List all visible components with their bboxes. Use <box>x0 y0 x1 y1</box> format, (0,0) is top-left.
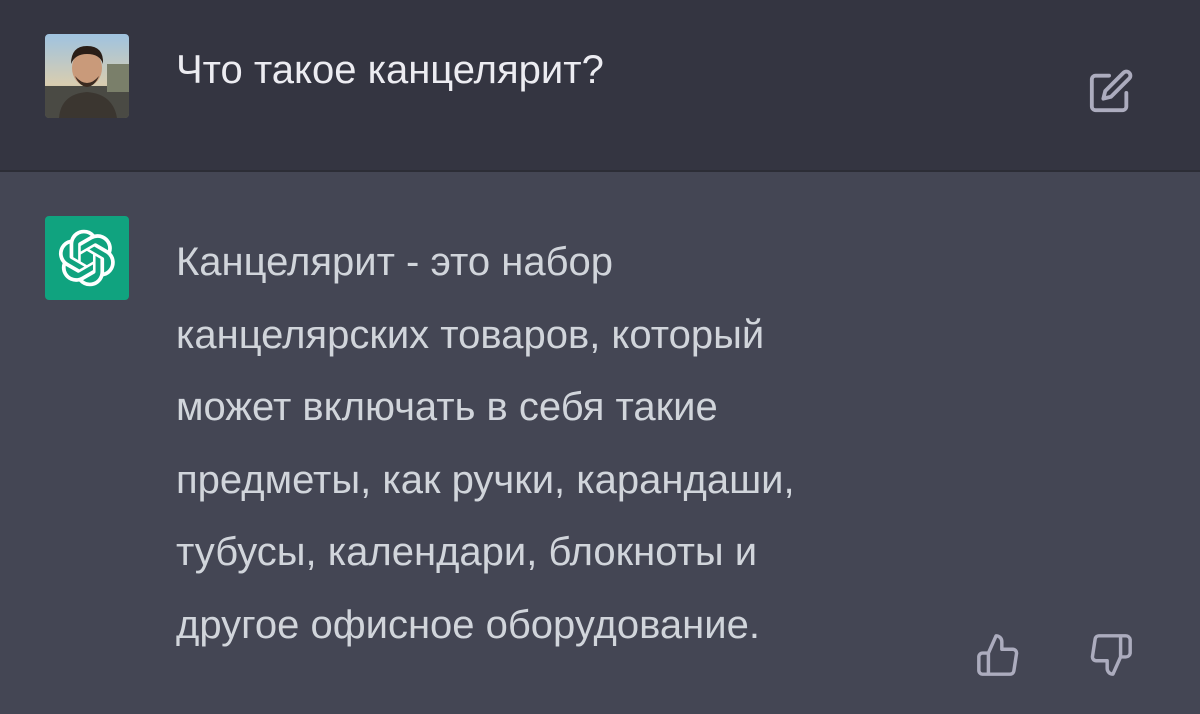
user-photo-icon <box>45 34 129 118</box>
edit-icon[interactable] <box>1088 68 1134 114</box>
assistant-avatar <box>45 216 129 300</box>
assistant-message-row: Канцелярит - это набор канцелярских това… <box>0 172 1200 714</box>
answer-line: предметы, как ручки, карандаши, <box>176 457 795 502</box>
answer-line: канцелярских товаров, который <box>176 312 765 357</box>
openai-logo-icon <box>58 229 115 287</box>
answer-line: может включать в себя такие <box>176 385 718 429</box>
user-message-text: Что такое канцелярит? <box>176 48 604 92</box>
user-message-row: Что такое канцелярит? <box>0 0 1200 172</box>
chat-page: Что такое канцелярит? Канцелярит - это н… <box>0 0 1200 714</box>
thumbs-up-icon[interactable] <box>975 632 1021 678</box>
assistant-message-text: Канцелярит - это набор канцелярских това… <box>176 226 976 661</box>
answer-line: другое офисное оборудование. <box>176 602 760 647</box>
answer-line: тубусы, календари, блокноты и <box>176 530 758 574</box>
thumbs-down-icon[interactable] <box>1088 632 1134 678</box>
user-avatar <box>45 34 129 118</box>
answer-line: Канцелярит - это набор <box>176 240 613 284</box>
